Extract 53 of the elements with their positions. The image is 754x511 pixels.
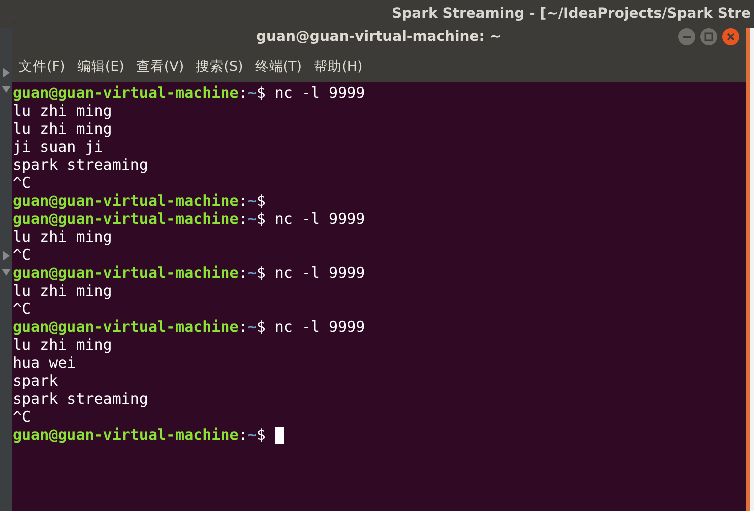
prompt-separator: : bbox=[238, 84, 248, 102]
prompt-symbol: $ bbox=[256, 210, 266, 228]
output-line: ^C bbox=[13, 300, 32, 318]
maximize-icon[interactable] bbox=[700, 28, 718, 46]
command-text: nc -l 9999 bbox=[274, 84, 366, 102]
output-line: ^C bbox=[13, 408, 32, 426]
prompt-symbol: $ bbox=[256, 426, 266, 444]
output-line: ji suan ji bbox=[13, 138, 104, 156]
output-line: lu zhi ming bbox=[13, 282, 112, 300]
prompt-path: ~ bbox=[248, 318, 257, 336]
prompt-symbol: $ bbox=[256, 264, 266, 282]
output-line: lu zhi ming bbox=[13, 120, 112, 138]
prompt-path: ~ bbox=[248, 210, 257, 228]
prompt-symbol: $ bbox=[256, 84, 266, 102]
prompt-symbol: $ bbox=[256, 318, 266, 336]
output-line: lu zhi ming bbox=[13, 102, 112, 120]
output-line: ^C bbox=[13, 174, 32, 192]
menu-item[interactable]: 查看(V) bbox=[136, 58, 184, 76]
output-line: hua wei bbox=[13, 354, 76, 372]
prompt-symbol: $ bbox=[256, 192, 266, 210]
prompt-path: ~ bbox=[248, 192, 257, 210]
prompt-user-host: guan@guan-virtual-machine bbox=[13, 426, 239, 444]
output-line: spark streaming bbox=[13, 390, 148, 408]
menu-item[interactable]: 终端(T) bbox=[255, 58, 302, 76]
menu-item[interactable]: 编辑(E) bbox=[77, 58, 124, 76]
output-line: spark bbox=[13, 372, 58, 390]
prompt-user-host: guan@guan-virtual-machine bbox=[13, 210, 239, 228]
output-line: lu zhi ming bbox=[13, 336, 112, 354]
prompt-user-host: guan@guan-virtual-machine bbox=[13, 264, 239, 282]
close-icon[interactable] bbox=[722, 28, 740, 46]
minimize-icon[interactable] bbox=[678, 28, 696, 46]
prompt-separator: : bbox=[238, 318, 248, 336]
prompt-user-host: guan@guan-virtual-machine bbox=[13, 192, 239, 210]
prompt-separator: : bbox=[238, 192, 248, 210]
prompt-separator: : bbox=[238, 264, 248, 282]
output-line: spark streaming bbox=[13, 156, 148, 174]
prompt-user-host: guan@guan-virtual-machine bbox=[13, 318, 239, 336]
prompt-separator: : bbox=[238, 426, 248, 444]
menu-item[interactable]: 搜索(S) bbox=[196, 58, 244, 76]
command-text: nc -l 9999 bbox=[274, 318, 366, 336]
output-line: ^C bbox=[13, 246, 32, 264]
prompt-path: ~ bbox=[248, 426, 257, 444]
prompt-user-host: guan@guan-virtual-machine bbox=[13, 84, 239, 102]
menu-item[interactable]: 文件(F) bbox=[19, 58, 66, 76]
prompt-path: ~ bbox=[248, 264, 257, 282]
prompt-separator: : bbox=[238, 210, 248, 228]
prompt-path: ~ bbox=[248, 84, 257, 102]
ide-window-title: Spark Streaming - [~/IdeaProjects/Spark Stre bbox=[392, 6, 751, 22]
output-line: lu zhi ming bbox=[13, 228, 112, 246]
command-text: nc -l 9999 bbox=[274, 210, 366, 228]
menu-item[interactable]: 帮助(H) bbox=[314, 58, 363, 76]
command-text: nc -l 9999 bbox=[274, 264, 366, 282]
window-title: guan@guan-virtual-machine: ~ bbox=[256, 29, 502, 45]
